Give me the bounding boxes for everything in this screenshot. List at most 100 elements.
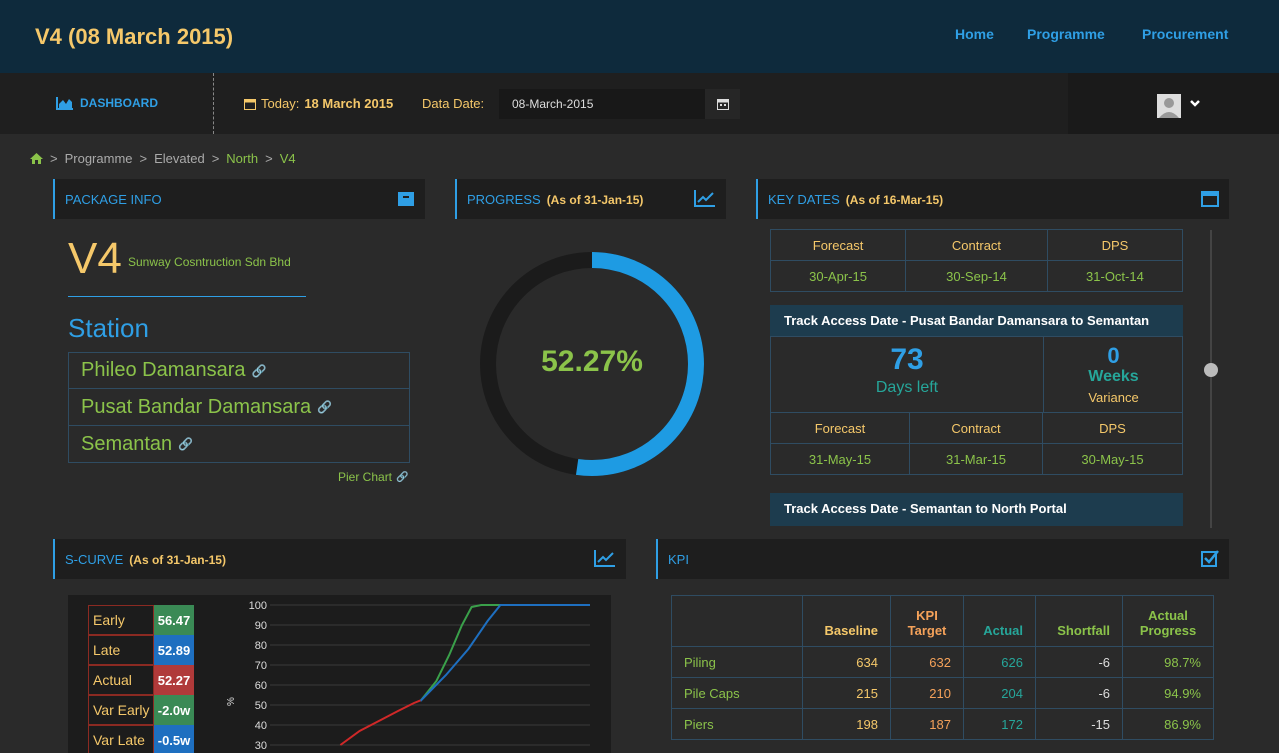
kpi-col-progress: Actual Progress [1122, 595, 1214, 647]
s-curve-title: S-CURVE (As of 31-Jan-15) [65, 552, 226, 567]
link-icon: 🔗 [396, 471, 409, 483]
station-item[interactable]: Semantan 🔗 [68, 426, 410, 463]
kpi-baseline: 634 [802, 646, 891, 678]
nav-procurement[interactable]: Procurement [1142, 26, 1228, 42]
progress-header: PROGRESS (As of 31-Jan-15) [455, 179, 726, 219]
calendar-icon[interactable] [1201, 189, 1219, 207]
kpi-name: Pile Caps [671, 677, 803, 709]
station-item[interactable]: Phileo Damansara 🔗 [68, 352, 410, 389]
y-tick-label: 70 [255, 660, 267, 672]
breadcrumb-programme[interactable]: Programme [65, 151, 133, 166]
package-info-header: PACKAGE INFO [53, 179, 425, 219]
kpi-col-actual: Actual [963, 595, 1036, 647]
legend-label: Late [88, 635, 154, 665]
date-picker-button[interactable] [705, 89, 740, 119]
today-prefix: Today: [261, 96, 300, 111]
s-curve-legend: Early 56.47 Late 52.89 Actual 52.27 Var … [88, 605, 194, 753]
chevron-right-icon: > [50, 151, 58, 166]
archive-icon[interactable] [397, 189, 415, 207]
legend-row: Var Early -2.0w [88, 695, 194, 725]
progress-title: PROGRESS (As of 31-Jan-15) [467, 192, 643, 207]
kpi-shortfall: -6 [1035, 677, 1123, 709]
col-forecast: Forecast [770, 412, 910, 444]
legend-value: 52.27 [154, 665, 194, 695]
avatar [1157, 94, 1181, 118]
s-curve-title-text: S-CURVE [65, 552, 124, 567]
station-name: Phileo Damansara [81, 359, 246, 381]
key-dates-header: KEY DATES (As of 16-Mar-15) [756, 179, 1229, 219]
kpi-name: Piling [671, 646, 803, 678]
station-list: Phileo Damansara 🔗 Pusat Bandar Damansar… [68, 352, 410, 463]
dps-date: 30-May-15 [1042, 443, 1183, 475]
kpi-col-target: KPI Target [890, 595, 964, 647]
col-contract: Contract [905, 229, 1048, 261]
nav-programme[interactable]: Programme [1027, 26, 1105, 42]
col-dps: DPS [1042, 412, 1183, 444]
y-tick-label: 100 [249, 600, 267, 612]
home-icon[interactable] [30, 153, 43, 164]
user-menu[interactable] [1068, 73, 1279, 134]
legend-value: 56.47 [154, 605, 194, 635]
key-dates-subtitle: (As of 16-Mar-15) [845, 193, 944, 207]
table-row: Piling 634 632 626 -6 98.7% [671, 646, 1214, 678]
chevron-right-icon: > [265, 151, 273, 166]
breadcrumb-elevated[interactable]: Elevated [154, 151, 205, 166]
page-title: V4 (08 March 2015) [35, 24, 234, 49]
kpi-col-name [671, 595, 803, 647]
top-header: V4 (08 March 2015) Home Programme Procur… [0, 0, 1279, 73]
kpi-actual: 204 [963, 677, 1036, 709]
legend-label: Early [88, 605, 154, 635]
kpi-target: 187 [890, 708, 964, 740]
area-chart-icon [56, 97, 73, 110]
progress-value: 52.27% [541, 345, 643, 378]
contract-date: 30-Sep-14 [905, 260, 1048, 292]
legend-row: Actual 52.27 [88, 665, 194, 695]
breadcrumb-v4: V4 [279, 151, 296, 166]
y-tick-label: 50 [255, 700, 267, 712]
days-left-value: 73 [890, 343, 924, 376]
y-tick-label: 30 [255, 740, 267, 752]
link-icon: 🔗 [178, 437, 194, 451]
kpi-progress: 98.7% [1122, 646, 1214, 678]
progress-subtitle: (As of 31-Jan-15) [546, 193, 644, 207]
scrollbar-handle[interactable] [1204, 363, 1218, 377]
line-chart-icon[interactable] [694, 189, 716, 207]
y-tick-label: 40 [255, 720, 267, 732]
kpi-actual: 172 [963, 708, 1036, 740]
kpi-baseline: 215 [802, 677, 891, 709]
col-dps: DPS [1046, 229, 1184, 261]
forecast-date: 30-Apr-15 [769, 260, 907, 292]
today-value: 18 March 2015 [304, 96, 394, 111]
s-curve-header: S-CURVE (As of 31-Jan-15) [53, 539, 626, 579]
station-item[interactable]: Pusat Bandar Damansara 🔗 [68, 389, 410, 426]
legend-row: Early 56.47 [88, 605, 194, 635]
dashboard-link[interactable]: DASHBOARD [56, 96, 158, 110]
checkbox-icon[interactable] [1201, 549, 1219, 567]
station-name: Pusat Bandar Damansara [81, 395, 312, 418]
breadcrumb-north[interactable]: North [226, 151, 258, 166]
kpi-table: Baseline KPI Target Actual Shortfall Act… [671, 595, 1214, 740]
chevron-down-icon[interactable] [1189, 97, 1201, 109]
nav-home[interactable]: Home [955, 26, 994, 42]
s-curve-chart: 100 90 80 70 60 50 40 30% [226, 600, 590, 752]
contractor-name: Sunway Cosntruction Sdn Bhd [128, 255, 291, 269]
table-row: Piers 198 187 172 -15 86.9% [671, 708, 1214, 740]
series-line-0 [419, 604, 590, 702]
kpi-baseline: 198 [802, 708, 891, 740]
kpi-title: KPI [668, 552, 689, 567]
weeks-value: 0 [1107, 343, 1120, 368]
scrollbar-track[interactable] [1210, 230, 1212, 528]
kpi-header: KPI [656, 539, 1229, 579]
line-chart-icon[interactable] [594, 549, 616, 567]
station-heading: Station [68, 313, 149, 343]
col-contract: Contract [909, 412, 1043, 444]
track-access-summary: 73 Days left 0 Weeks Variance [770, 336, 1183, 413]
progress-title-text: PROGRESS [467, 192, 541, 207]
legend-label: Var Early [88, 695, 154, 725]
today-info: Today: 18 March 2015 [244, 96, 393, 111]
data-date-input[interactable] [499, 89, 705, 119]
link-icon: 🔗 [251, 363, 267, 378]
breadcrumb: > Programme > Elevated > North > V4 [30, 151, 296, 166]
pier-chart-link[interactable]: Pier Chart 🔗 [338, 470, 408, 484]
legend-value: 52.89 [154, 635, 194, 665]
